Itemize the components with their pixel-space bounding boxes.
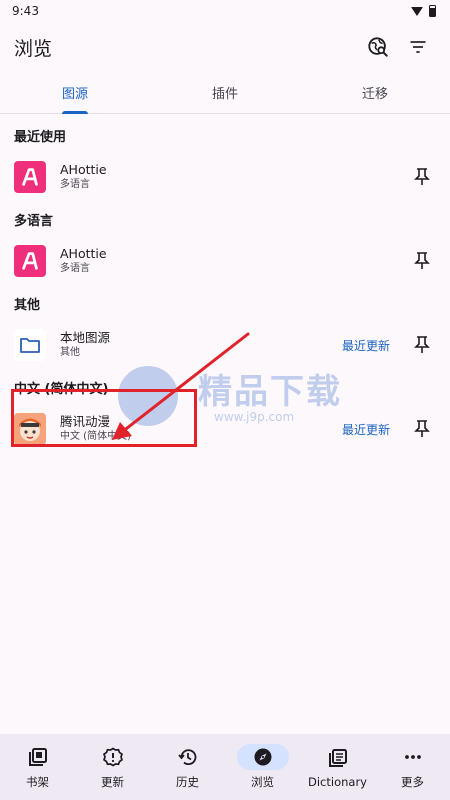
more-icon bbox=[404, 755, 421, 759]
highlight-box bbox=[11, 389, 197, 447]
pin-button[interactable] bbox=[408, 331, 436, 359]
history-icon bbox=[177, 749, 196, 766]
pin-icon bbox=[414, 336, 430, 353]
wifi-icon bbox=[411, 6, 423, 16]
travel-explore-icon bbox=[368, 37, 388, 57]
filter-button[interactable] bbox=[400, 29, 436, 65]
nav-browse[interactable]: 浏览 bbox=[225, 734, 300, 800]
ahottie-logo-icon bbox=[14, 245, 46, 277]
dictionary-icon bbox=[328, 749, 347, 767]
pin-button[interactable] bbox=[408, 415, 436, 443]
source-language: 其他 bbox=[60, 347, 80, 358]
latest-button[interactable]: 最近更新 bbox=[342, 421, 390, 438]
nav-history[interactable]: 历史 bbox=[150, 734, 225, 800]
bookshelf-icon bbox=[28, 748, 47, 766]
source-language: 多语言 bbox=[60, 263, 90, 274]
pin-icon bbox=[414, 420, 430, 437]
nav-label: 历史 bbox=[176, 775, 199, 789]
top-app-bar: 浏览 bbox=[0, 22, 450, 72]
nav-library[interactable]: 书架 bbox=[0, 734, 75, 800]
source-row-ahottie-recent[interactable]: AHottie 多语言 bbox=[0, 156, 450, 198]
tab-sources[interactable]: 图源 bbox=[0, 72, 150, 113]
source-row-ahottie[interactable]: AHottie 多语言 bbox=[0, 240, 450, 282]
pin-button[interactable] bbox=[408, 247, 436, 275]
source-language: 多语言 bbox=[60, 179, 90, 190]
nav-more[interactable]: 更多 bbox=[375, 734, 450, 800]
nav-updates[interactable]: 更新 bbox=[75, 734, 150, 800]
compass-icon bbox=[254, 748, 271, 766]
folder-icon bbox=[14, 329, 46, 361]
pin-icon bbox=[414, 168, 430, 185]
page-title: 浏览 bbox=[14, 37, 53, 60]
updates-icon bbox=[102, 747, 123, 767]
latest-button[interactable]: 最近更新 bbox=[342, 337, 390, 354]
nav-label: 书架 bbox=[26, 775, 49, 789]
tab-migrate[interactable]: 迁移 bbox=[300, 72, 450, 113]
nav-dictionary[interactable]: Dictionary bbox=[300, 734, 375, 800]
status-icons bbox=[411, 5, 436, 17]
source-text: AHottie 多语言 bbox=[60, 162, 408, 192]
status-time: 9:43 bbox=[12, 4, 39, 18]
nav-label: Dictionary bbox=[308, 775, 367, 789]
nav-label: 浏览 bbox=[251, 775, 274, 789]
nav-label: 更新 bbox=[101, 775, 124, 789]
source-text: 本地图源 其他 bbox=[60, 330, 342, 360]
source-name: AHottie bbox=[60, 162, 107, 177]
bottom-navigation: 书架 更新 历史 浏览 Dictionary 更多 bbox=[0, 734, 450, 800]
section-multilingual: 多语言 bbox=[14, 213, 54, 229]
battery-icon bbox=[429, 5, 436, 17]
status-bar: 9:43 bbox=[0, 0, 450, 22]
source-text: AHottie 多语言 bbox=[60, 246, 408, 276]
ahottie-logo-icon bbox=[14, 161, 46, 193]
source-row-local[interactable]: 本地图源 其他 最近更新 bbox=[0, 324, 450, 366]
source-name: 本地图源 bbox=[60, 330, 111, 345]
tab-bar: 图源 插件 迁移 bbox=[0, 72, 450, 114]
global-search-button[interactable] bbox=[360, 29, 396, 65]
pin-icon bbox=[414, 252, 430, 269]
section-recent: 最近使用 bbox=[14, 129, 67, 145]
nav-label: 更多 bbox=[401, 775, 424, 789]
tab-extensions[interactable]: 插件 bbox=[150, 72, 300, 113]
pin-button[interactable] bbox=[408, 163, 436, 191]
section-other: 其他 bbox=[14, 297, 41, 313]
source-name: AHottie bbox=[60, 246, 107, 261]
filter-icon bbox=[410, 41, 426, 53]
